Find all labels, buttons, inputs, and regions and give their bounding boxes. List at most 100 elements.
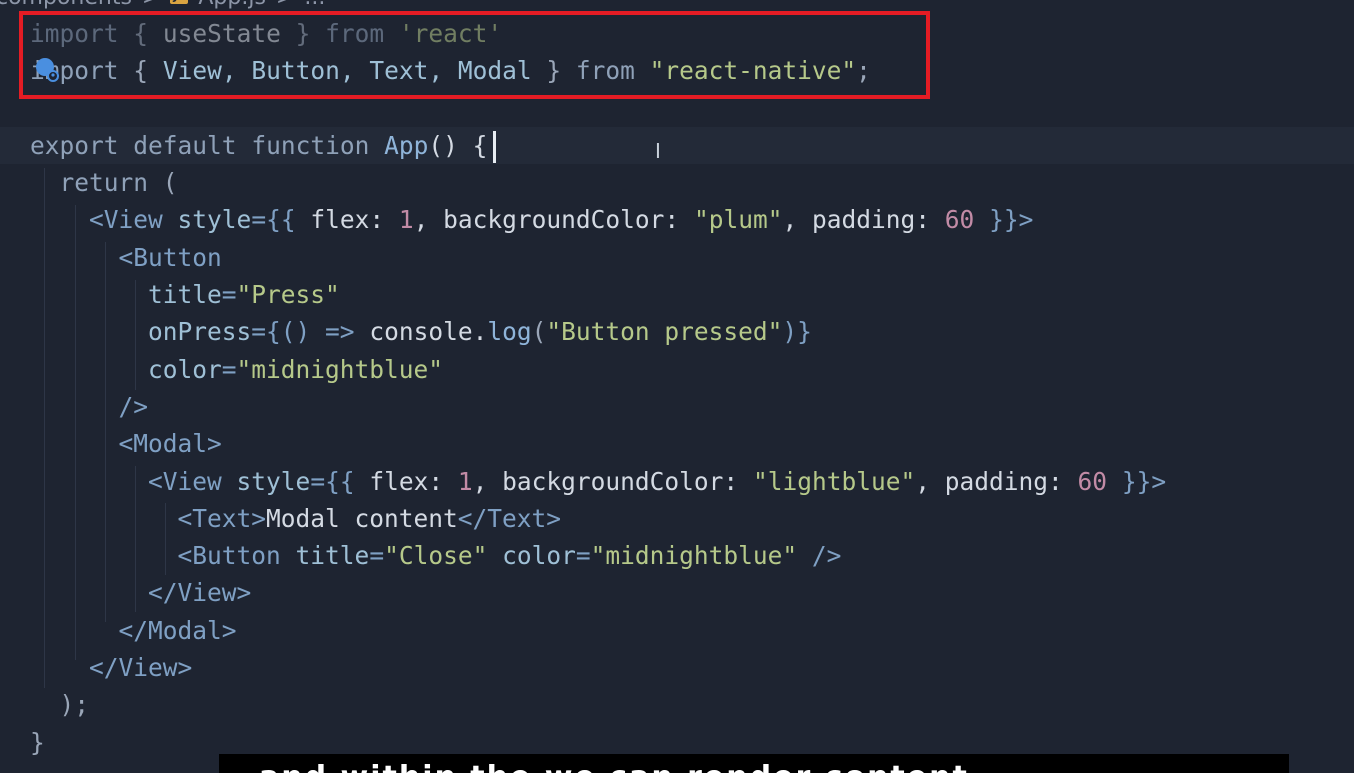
string-literal: "Close" [384, 541, 488, 571]
subtitle-text: and within the we can render content [259, 760, 969, 773]
punctuation: )} [782, 317, 812, 347]
punctuation: = [221, 280, 237, 310]
jsx-tag: <Text> [177, 503, 267, 533]
annotation-highlight-box [19, 11, 930, 99]
jsx-tag: </Modal> [118, 615, 237, 645]
function-name: log [487, 317, 532, 347]
code-line-9[interactable]: onPress={() => console.log("Button press… [0, 313, 1354, 350]
jsx-attribute: style [177, 205, 252, 235]
punctuation: = [575, 541, 591, 571]
breadcrumb-separator: > [142, 0, 160, 10]
jsx-tag: /> [811, 541, 842, 571]
punctuation: , [915, 466, 930, 496]
indent-guide [44, 168, 45, 688]
punctuation: = [369, 541, 385, 571]
punctuation: , [413, 205, 429, 235]
keyword: function [251, 130, 370, 160]
code-line-14[interactable]: <Text>Modal content</Text> [0, 500, 1354, 537]
jsx-attribute: color [148, 354, 222, 384]
breadcrumb-separator-2: > [276, 0, 294, 10]
jsx-tag: <Button [118, 242, 222, 272]
keyword: return [59, 168, 149, 198]
jsx-attribute: title [295, 541, 370, 571]
indent-guide [135, 466, 136, 612]
jsx-tag: <Button [177, 541, 281, 571]
function-name: App [384, 130, 429, 160]
jsx-tag: <View [148, 466, 222, 496]
object-key: flex: [369, 466, 444, 496]
string-literal: "Button pressed" [546, 317, 783, 347]
jsx-tag: <View [89, 205, 163, 235]
punctuation: ={{ [310, 466, 355, 496]
breadcrumb: components > JS App.js > ... [0, 0, 325, 10]
code-lens-person-icon[interactable] [34, 57, 60, 83]
punctuation: = [221, 354, 237, 384]
object-key: backgroundColor: [502, 466, 739, 496]
code-editor[interactable]: import { useState } from 'react' import … [0, 15, 1354, 761]
code-line-10[interactable]: color="midnightblue" [0, 351, 1354, 388]
jsx-tag: }}> [1121, 466, 1167, 496]
object-key: padding: [812, 205, 931, 235]
code-line-11[interactable]: /> [0, 388, 1354, 425]
keyword: export [30, 130, 119, 160]
punctuation: , [472, 466, 488, 496]
code-line-13[interactable]: <View style={{ flex: 1, backgroundColor:… [0, 463, 1354, 500]
string-literal: "lightblue" [752, 466, 916, 496]
breadcrumb-file[interactable]: App.js [198, 0, 266, 10]
object-key: flex: [310, 205, 385, 235]
jsx-tag: }}> [989, 205, 1034, 235]
punctuation: () { [428, 130, 488, 160]
jsx-attribute: style [236, 466, 311, 496]
number-literal: 1 [398, 205, 414, 235]
object-key: backgroundColor: [443, 205, 680, 235]
code-line-19[interactable]: ); [0, 686, 1354, 723]
video-subtitle-bar: and within the we can render content [219, 754, 1289, 773]
indent-guide [105, 242, 106, 622]
jsx-tag: <Modal> [118, 429, 222, 459]
keyword: default [133, 130, 237, 160]
breadcrumb-tail[interactable]: ... [304, 0, 325, 10]
punctuation: ={ [251, 317, 281, 347]
object-key: padding: [944, 466, 1063, 496]
jsx-text: Modal content [266, 503, 458, 533]
number-literal: 60 [944, 205, 975, 235]
string-literal: "midnightblue" [236, 354, 444, 384]
punctuation: . [472, 317, 488, 347]
code-line-15[interactable]: <Button title="Close" color="midnightblu… [0, 537, 1354, 574]
indent-guide [135, 280, 136, 390]
identifier: console [369, 317, 473, 347]
code-line-4[interactable]: export default function App() { [0, 126, 1354, 165]
punctuation: ( [162, 168, 178, 198]
mouse-ibeam-icon: I [655, 139, 661, 163]
indent-guide [75, 205, 76, 660]
string-literal: "plum" [693, 205, 783, 235]
code-line-18[interactable]: </View> [0, 649, 1354, 686]
code-line-7[interactable]: <Button [0, 239, 1354, 276]
code-line-5[interactable]: return ( [0, 164, 1354, 201]
code-line-16[interactable]: </View> [0, 574, 1354, 611]
jsx-attribute: title [148, 280, 222, 310]
number-literal: 60 [1077, 466, 1108, 496]
jsx-tag: </View> [148, 578, 252, 608]
punctuation: } [30, 727, 45, 757]
jsx-attribute: onPress [148, 317, 252, 347]
punctuation: ={{ [251, 205, 296, 235]
text-cursor [493, 131, 496, 163]
punctuation: ( [531, 317, 547, 347]
punctuation: , [782, 205, 798, 235]
jsx-attribute: color [502, 541, 576, 571]
string-literal: "Press" [236, 280, 340, 310]
punctuation: ); [59, 690, 90, 720]
code-line-12[interactable]: <Modal> [0, 425, 1354, 462]
code-line-6[interactable]: <View style={{ flex: 1, backgroundColor:… [0, 201, 1354, 238]
breadcrumb-folder[interactable]: components [0, 0, 132, 10]
js-file-icon: JS [170, 0, 189, 4]
number-literal: 1 [457, 466, 473, 496]
jsx-tag: </Text> [457, 503, 562, 533]
jsx-tag: </View> [89, 653, 193, 683]
string-literal: "midnightblue" [590, 541, 798, 571]
code-line-8[interactable]: title="Press" [0, 276, 1354, 313]
code-line-17[interactable]: </Modal> [0, 612, 1354, 649]
jsx-tag: /> [118, 391, 149, 421]
arrow-function: () => [280, 317, 355, 347]
